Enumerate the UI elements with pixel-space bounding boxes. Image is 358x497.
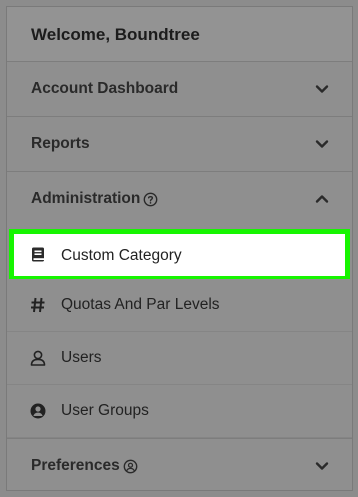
menu-item-label: Quotas And Par Levels (61, 296, 220, 313)
menu-item-users[interactable]: Users (7, 332, 352, 385)
section-label: Administration (31, 190, 141, 207)
help-icon[interactable] (143, 192, 158, 207)
menu-item-custom-category[interactable]: Custom Category (9, 229, 350, 281)
menu-item-quotas-par-levels[interactable]: Quotas And Par Levels (7, 279, 352, 332)
menu-item-label: User Groups (61, 402, 149, 419)
book-icon (32, 247, 44, 262)
chevron-down-icon[interactable] (314, 136, 330, 152)
section-account-dashboard[interactable]: Account Dashboard (7, 62, 352, 117)
welcome-header: Welcome, Boundtree (7, 7, 352, 62)
side-menu: Welcome, Boundtree Account Dashboard Rep… (6, 6, 353, 491)
section-label: Reports (31, 135, 90, 152)
chevron-down-icon[interactable] (314, 81, 330, 97)
user-circle-icon (30, 403, 46, 419)
user-circle-icon (123, 459, 138, 474)
hash-icon (31, 297, 45, 313)
section-preferences[interactable]: Preferences (7, 438, 352, 490)
section-reports[interactable]: Reports (7, 117, 352, 172)
user-icon (30, 350, 46, 366)
welcome-text: Welcome, Boundtree (31, 25, 200, 44)
menu-item-label: Custom Category (61, 247, 182, 264)
chevron-down-icon[interactable] (314, 458, 330, 474)
menu-item-user-groups[interactable]: User Groups (7, 385, 352, 438)
section-administration[interactable]: Administration (7, 172, 352, 227)
chevron-up-icon[interactable] (314, 191, 330, 207)
section-label: Preferences (31, 457, 120, 474)
section-label: Account Dashboard (31, 80, 179, 97)
menu-item-label: Users (61, 349, 102, 366)
